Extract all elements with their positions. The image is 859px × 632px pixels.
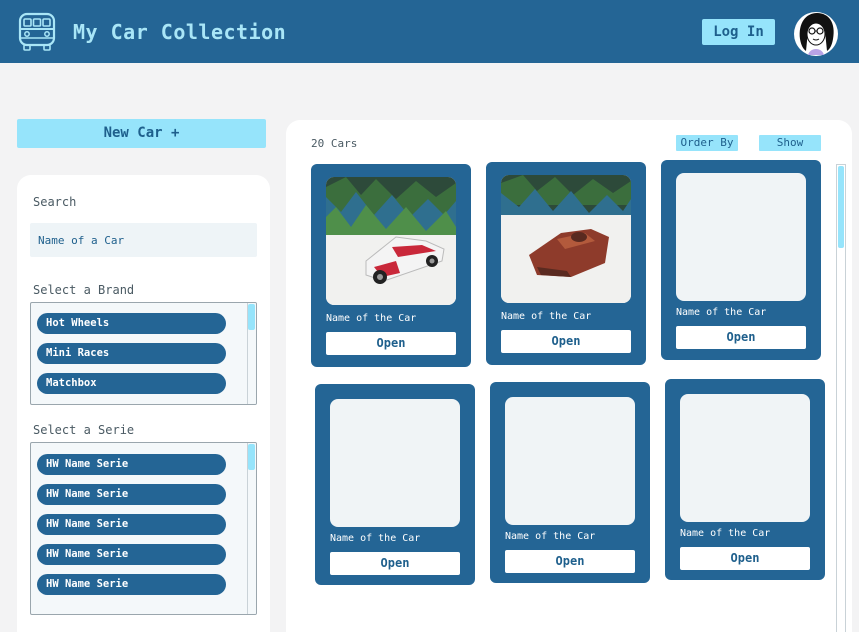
car-card: Name of the Car Open bbox=[490, 382, 650, 583]
car-name: Name of the Car bbox=[330, 533, 421, 544]
grid-scrollbar[interactable] bbox=[836, 164, 846, 632]
app-title: My Car Collection bbox=[73, 20, 287, 44]
van-icon[interactable] bbox=[17, 11, 57, 53]
serie-scroll-thumb[interactable] bbox=[248, 444, 255, 470]
car-image[interactable] bbox=[326, 177, 456, 305]
top-navbar: My Car Collection Log In bbox=[0, 0, 859, 63]
search-input[interactable] bbox=[30, 223, 257, 257]
show-button[interactable]: Show bbox=[759, 135, 821, 151]
brand-label: Select a Brand bbox=[33, 283, 135, 297]
open-car-button[interactable]: Open bbox=[326, 332, 456, 355]
open-car-button[interactable]: Open bbox=[505, 550, 635, 573]
brand-option[interactable]: Matchbox bbox=[37, 373, 226, 394]
open-car-button[interactable]: Open bbox=[680, 547, 810, 570]
car-name: Name of the Car bbox=[676, 307, 767, 318]
user-avatar-icon[interactable] bbox=[792, 9, 840, 57]
serie-option[interactable]: HW Name Serie bbox=[37, 514, 226, 535]
filter-sidebar: Search Select a Brand Hot Wheels Mini Ra… bbox=[17, 175, 270, 632]
order-by-button[interactable]: Order By bbox=[676, 135, 738, 151]
brand-scroll-thumb[interactable] bbox=[248, 304, 255, 330]
car-card: Name of the Car Open bbox=[665, 379, 825, 580]
red-landspeeder-car-photo bbox=[501, 175, 631, 303]
serie-scrollbar[interactable] bbox=[247, 443, 256, 614]
serie-option[interactable]: HW Name Serie bbox=[37, 544, 226, 565]
serie-option[interactable]: HW Name Serie bbox=[37, 454, 226, 475]
serie-option[interactable]: HW Name Serie bbox=[37, 574, 226, 595]
open-car-button[interactable]: Open bbox=[501, 330, 631, 353]
login-button[interactable]: Log In bbox=[702, 19, 775, 45]
search-label: Search bbox=[33, 195, 77, 209]
open-car-button[interactable]: Open bbox=[676, 326, 806, 349]
car-card: Name of the Car Open bbox=[661, 160, 821, 360]
brand-option[interactable]: Hot Wheels bbox=[37, 313, 226, 334]
car-image[interactable] bbox=[680, 394, 810, 522]
serie-option[interactable]: HW Name Serie bbox=[37, 484, 226, 505]
brand-option[interactable]: Mini Races bbox=[37, 343, 226, 364]
car-name: Name of the Car bbox=[680, 528, 771, 539]
car-image[interactable] bbox=[676, 173, 806, 301]
car-card: Name of the Car Open bbox=[311, 164, 471, 367]
brand-listbox[interactable]: Hot Wheels Mini Races Matchbox bbox=[30, 302, 257, 405]
new-car-button[interactable]: New Car + bbox=[17, 119, 266, 148]
white-red-race-car-photo bbox=[326, 177, 456, 305]
car-image[interactable] bbox=[330, 399, 460, 527]
car-name: Name of the Car bbox=[501, 311, 592, 322]
car-image[interactable] bbox=[501, 175, 631, 303]
open-car-button[interactable]: Open bbox=[330, 552, 460, 575]
car-grid-panel: 20 Cars Order By Show Name of the Car Op… bbox=[286, 120, 852, 632]
car-card: Name of the Car Open bbox=[486, 162, 646, 365]
car-image[interactable] bbox=[505, 397, 635, 525]
car-card: Name of the Car Open bbox=[315, 384, 475, 585]
grid-scroll-thumb[interactable] bbox=[838, 166, 844, 248]
car-name: Name of the Car bbox=[326, 313, 417, 324]
brand-scrollbar[interactable] bbox=[247, 303, 256, 404]
car-name: Name of the Car bbox=[505, 531, 596, 542]
serie-label: Select a Serie bbox=[33, 423, 135, 437]
car-count: 20 Cars bbox=[311, 137, 358, 150]
serie-listbox[interactable]: HW Name Serie HW Name Serie HW Name Seri… bbox=[30, 442, 257, 615]
